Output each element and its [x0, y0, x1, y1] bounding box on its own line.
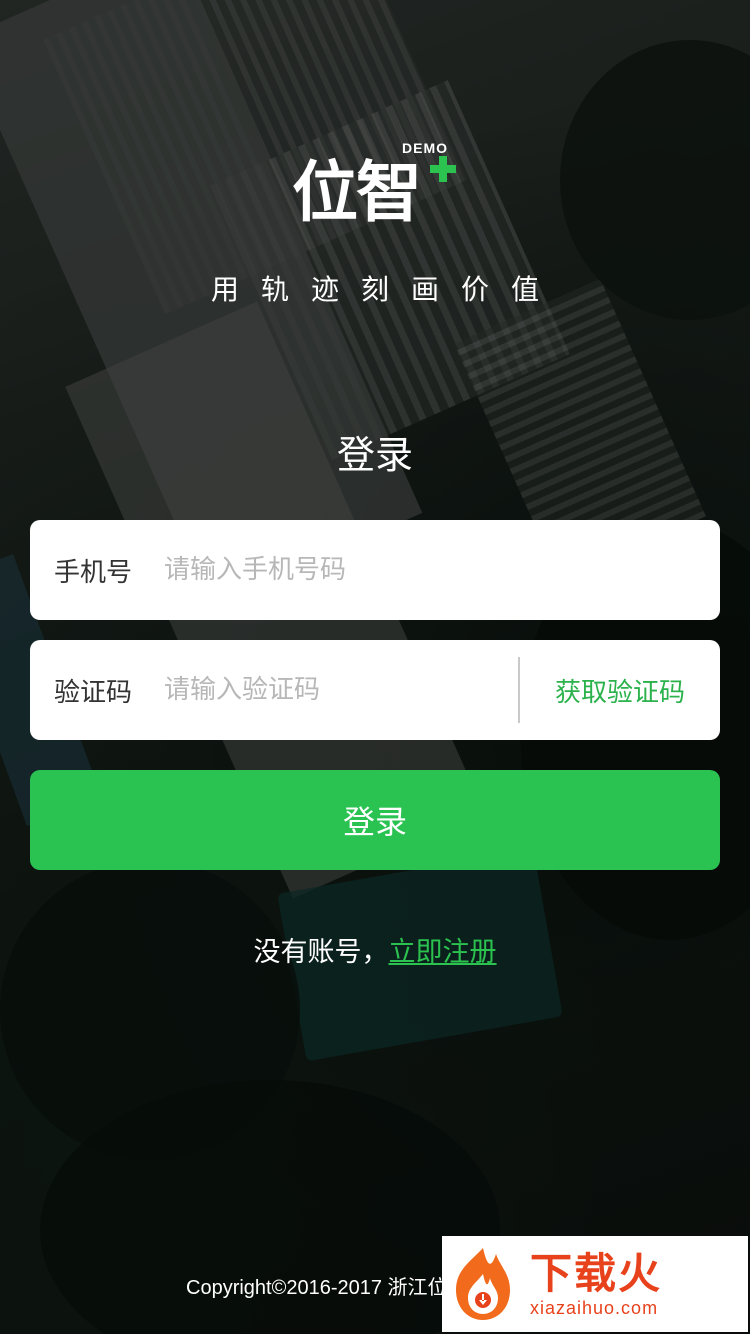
- register-prompt: 没有账号，立即注册: [0, 930, 750, 969]
- app-logo: DEMO 位智: [292, 140, 462, 232]
- flame-logo-icon: [448, 1244, 518, 1324]
- logo-wordmark: 位智: [292, 154, 422, 231]
- watermark: 下载火 xiazaihuo.com: [442, 1236, 748, 1332]
- login-button[interactable]: 登录: [30, 770, 720, 870]
- watermark-cn: 下载火: [530, 1248, 663, 1298]
- code-field: 验证码 获取验证码: [30, 640, 720, 740]
- plus-icon: [430, 156, 456, 182]
- phone-input[interactable]: [164, 520, 720, 620]
- watermark-en: xiazaihuo.com: [530, 1297, 659, 1318]
- register-text: 没有账号，: [253, 937, 389, 968]
- page-title: 登录: [336, 433, 413, 477]
- code-input[interactable]: [164, 640, 518, 740]
- phone-field: 手机号: [30, 520, 720, 620]
- code-label: 验证码: [54, 677, 133, 708]
- phone-label: 手机号: [54, 557, 133, 588]
- register-link[interactable]: 立即注册: [389, 937, 497, 968]
- slogan: 用轨迹刻画价值: [210, 273, 561, 306]
- get-code-button[interactable]: 获取验证码: [520, 672, 720, 709]
